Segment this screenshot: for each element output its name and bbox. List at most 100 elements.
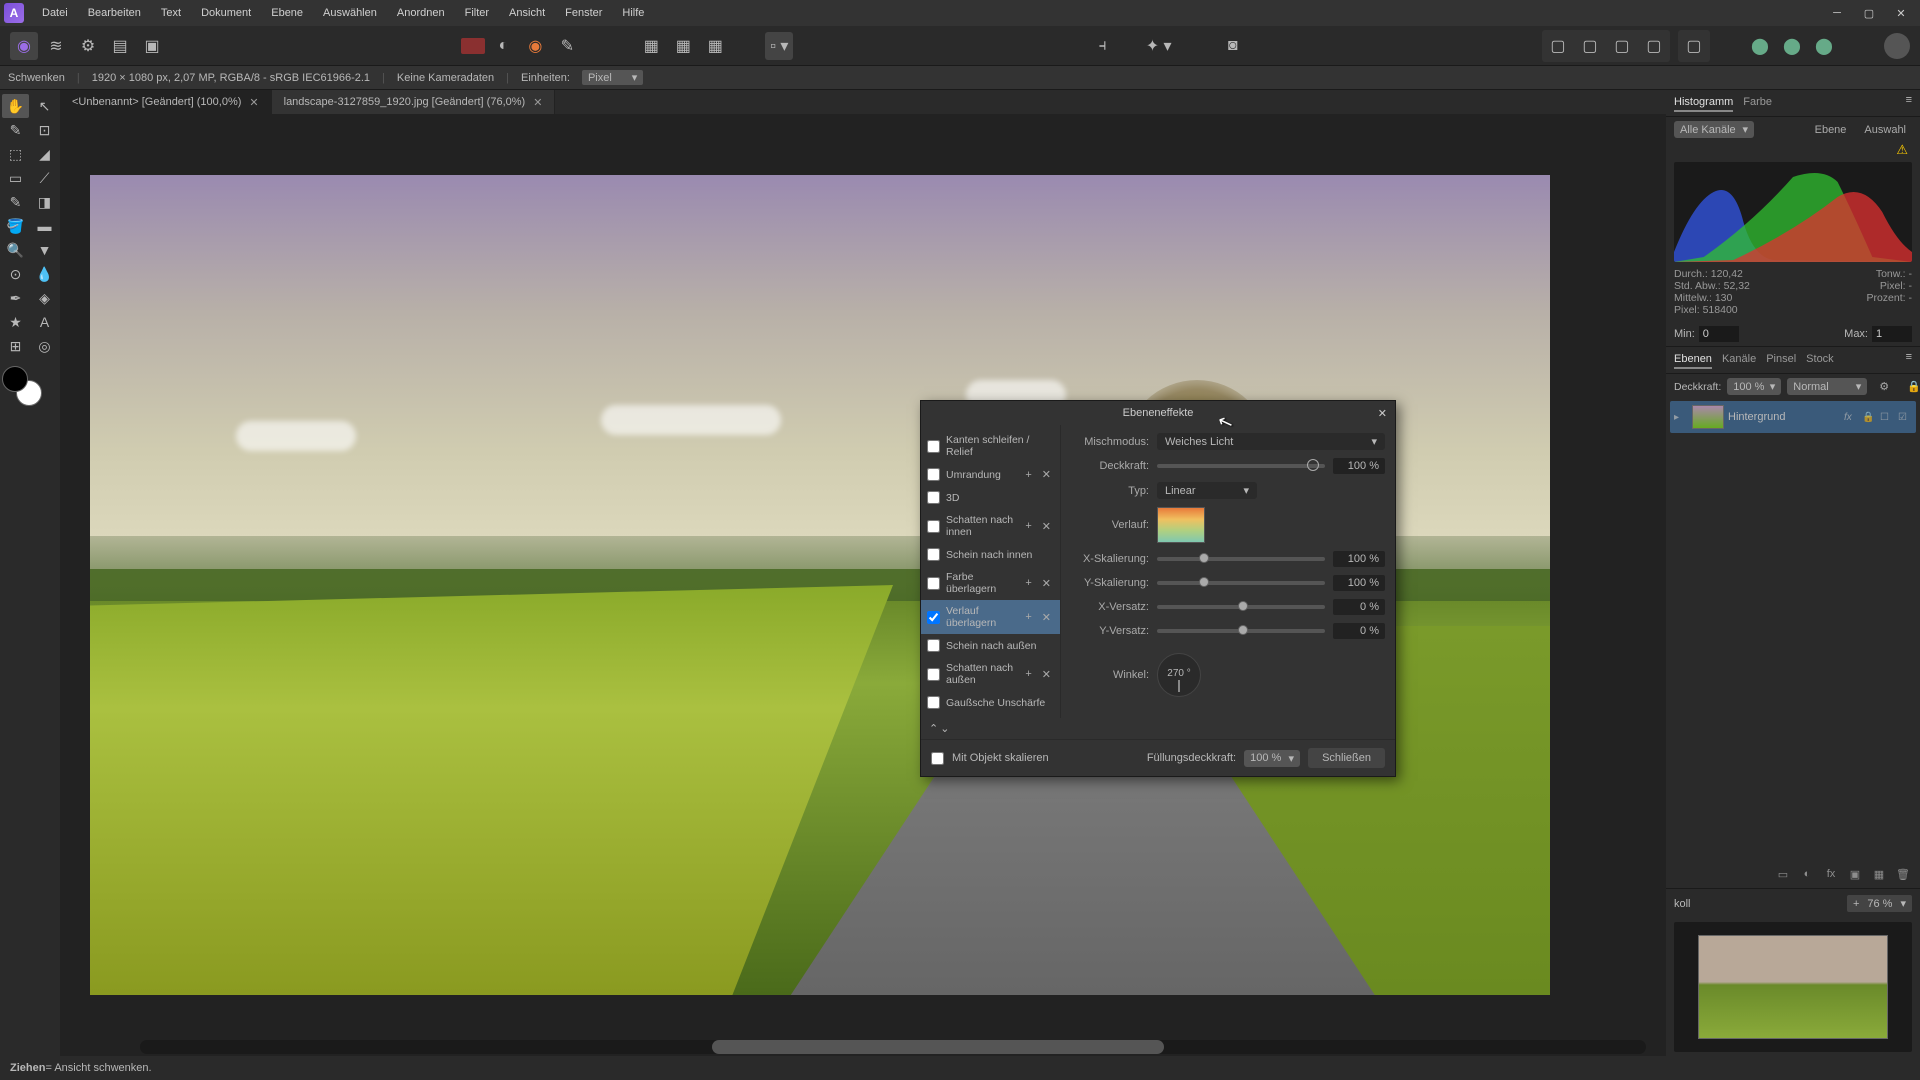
minimize-button[interactable]: ─ — [1822, 3, 1852, 23]
max-input[interactable] — [1872, 326, 1912, 342]
fx-item[interactable]: Farbe überlagern+✕ — [921, 566, 1060, 600]
blend-dropdown[interactable]: Normal▾ — [1787, 378, 1867, 395]
tab-histogram[interactable]: Histogramm — [1674, 94, 1733, 112]
node-tool[interactable]: ◈ — [31, 286, 58, 310]
ebene-button[interactable]: Ebene — [1809, 122, 1853, 138]
mask-icon[interactable]: ▭ — [1774, 866, 1792, 882]
crop-tool[interactable]: ⊡ — [31, 118, 58, 142]
menu-dokument[interactable]: Dokument — [191, 3, 261, 23]
units-dropdown[interactable]: Pixel▾ — [582, 70, 643, 85]
panel-menu-icon[interactable]: ≡ — [1906, 351, 1912, 369]
layout4-icon[interactable]: ▢ — [1640, 32, 1668, 60]
xscale-slider[interactable] — [1157, 557, 1325, 561]
persona-liquify-icon[interactable]: ≋ — [42, 32, 70, 60]
menu-bearbeiten[interactable]: Bearbeiten — [78, 3, 151, 23]
brush-tool[interactable]: ✎ — [2, 190, 29, 214]
document-tab-1[interactable]: <Unbenannt> [Geändert] (100,0%) ✕ — [60, 90, 272, 114]
scrollbar-horizontal[interactable] — [140, 1040, 1646, 1054]
menu-datei[interactable]: Datei — [32, 3, 78, 23]
tab-color[interactable]: Farbe — [1743, 94, 1772, 112]
close-button[interactable]: ✕ — [1886, 3, 1916, 23]
arrange-dropdown[interactable]: ✦ ▾ — [1145, 32, 1173, 60]
plus-icon[interactable]: + — [1022, 668, 1034, 680]
flood-tool[interactable]: ◢ — [31, 142, 58, 166]
fx-item[interactable]: Schatten nach außen+✕ — [921, 657, 1060, 691]
plus-icon[interactable]: + — [1022, 469, 1034, 481]
deckkraft-value[interactable]: 100 % — [1333, 458, 1385, 474]
restore-button[interactable]: ▢ — [1854, 3, 1884, 23]
channel-dropdown[interactable]: Alle Kanäle▾ — [1674, 121, 1754, 138]
target-tool[interactable]: ◎ — [31, 334, 58, 358]
close-button[interactable]: Schließen — [1308, 748, 1385, 768]
yoff-value[interactable]: 0 % — [1333, 623, 1385, 639]
yscale-value[interactable]: 100 % — [1333, 575, 1385, 591]
grid2-icon[interactable]: ▦ — [669, 32, 697, 60]
yoff-slider[interactable] — [1157, 629, 1325, 633]
menu-auswählen[interactable]: Auswählen — [313, 3, 387, 23]
panel-menu-icon[interactable]: ≡ — [1906, 94, 1912, 112]
remove-icon[interactable]: ✕ — [1039, 468, 1054, 481]
fx-checkbox[interactable] — [927, 577, 940, 590]
fx-item[interactable]: Umrandung+✕ — [921, 463, 1060, 486]
fx-checkbox[interactable] — [927, 696, 940, 709]
text-tool[interactable]: A — [31, 310, 58, 334]
fx-item[interactable]: Schein nach innen — [921, 543, 1060, 566]
snap-dropdown[interactable]: ▫ ▾ — [765, 32, 793, 60]
autocolors-icon[interactable]: ◉ — [521, 32, 549, 60]
gradient-swatch[interactable] — [1157, 507, 1205, 543]
persona-develop-icon[interactable]: ⚙ — [74, 32, 102, 60]
up-arrow-icon[interactable]: ⌃ — [929, 722, 938, 735]
fx-checkbox[interactable] — [927, 639, 940, 652]
fx-checkbox[interactable] — [927, 548, 940, 561]
yscale-slider[interactable] — [1157, 581, 1325, 585]
xoff-slider[interactable] — [1157, 605, 1325, 609]
quickmask-icon[interactable]: ◙ — [1219, 32, 1247, 60]
menu-filter[interactable]: Filter — [455, 3, 499, 23]
tab-ebenen[interactable]: Ebenen — [1674, 351, 1712, 369]
fx-icon[interactable]: fx — [1822, 866, 1840, 882]
fx-item[interactable]: Schein nach außen — [921, 634, 1060, 657]
deckkraft-slider[interactable] — [1157, 464, 1325, 468]
adjust-icon[interactable]: ◐ — [1798, 866, 1816, 882]
link-icon[interactable]: ☐ — [1880, 412, 1894, 423]
tab-pinsel[interactable]: Pinsel — [1766, 351, 1796, 369]
selection-tool[interactable]: ⬚ — [2, 142, 29, 166]
fx-checkbox[interactable] — [927, 668, 940, 681]
remove-icon[interactable]: ✕ — [1039, 577, 1054, 590]
menu-text[interactable]: Text — [151, 3, 191, 23]
remove-icon[interactable]: ✕ — [1039, 668, 1054, 681]
gear-icon[interactable]: ⚙ — [1873, 378, 1895, 395]
menu-fenster[interactable]: Fenster — [555, 3, 612, 23]
blur-tool[interactable]: 💧 — [31, 262, 58, 286]
hand-tool[interactable]: ✋ — [2, 94, 29, 118]
marquee-tool[interactable]: ▭ — [2, 166, 29, 190]
group-icon[interactable]: ▣ — [1846, 866, 1864, 882]
close-icon[interactable]: ✕ — [533, 96, 542, 109]
fx-item[interactable]: Gaußsche Unschärfe — [921, 691, 1060, 714]
stamp-tool[interactable]: ▼ — [31, 238, 58, 262]
zoom-tool[interactable]: 🔍 — [2, 238, 29, 262]
swatch-red[interactable] — [461, 38, 485, 54]
expand-icon[interactable]: ▸ — [1674, 412, 1688, 423]
move-tool[interactable]: ↖ — [31, 94, 58, 118]
tab-stock[interactable]: Stock — [1806, 351, 1834, 369]
delete-icon[interactable]: 🗑 — [1894, 866, 1912, 882]
autolevels-icon[interactable]: ◐ — [489, 32, 517, 60]
fx-item[interactable]: 3D — [921, 486, 1060, 509]
xscale-value[interactable]: 100 % — [1333, 551, 1385, 567]
persona-photo-icon[interactable]: ◉ — [10, 32, 38, 60]
fill-opacity-dropdown[interactable]: 100 %▾ — [1244, 750, 1300, 767]
plus-icon[interactable]: + — [1022, 611, 1034, 623]
fx-item[interactable]: Schatten nach innen+✕ — [921, 509, 1060, 543]
mischmodus-dropdown[interactable]: Weiches Licht▾ — [1157, 433, 1385, 450]
close-icon[interactable]: ✕ — [1378, 407, 1387, 420]
persona-tone-icon[interactable]: ▤ — [106, 32, 134, 60]
layout3-icon[interactable]: ▢ — [1608, 32, 1636, 60]
opacity-field[interactable]: 100 %▾ — [1727, 378, 1781, 395]
layer-row[interactable]: ▸ Hintergrund fx 🔒 ☐ ☑ — [1670, 401, 1916, 433]
color-swatch[interactable] — [2, 366, 42, 406]
lock-icon[interactable]: 🔒 — [1901, 378, 1920, 395]
shape-tool[interactable]: ★ — [2, 310, 29, 334]
dialog-title[interactable]: Ebeneneffekte ✕ — [921, 401, 1395, 425]
menu-anordnen[interactable]: Anordnen — [387, 3, 455, 23]
